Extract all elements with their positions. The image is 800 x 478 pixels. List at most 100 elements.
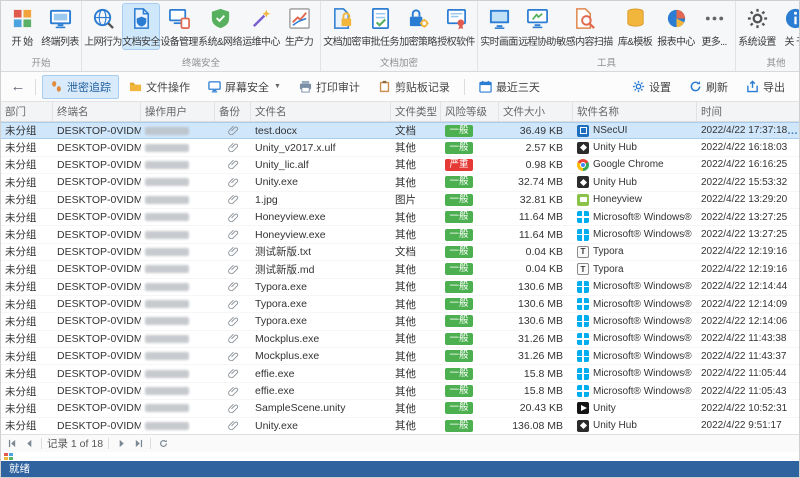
settings-button[interactable]: 设置 [624,75,679,99]
column-header-operator[interactable]: 操作用户 [141,102,215,121]
table-row[interactable]: 未分组 DESKTOP-0VIDMDJ SampleScene.unity 其他… [1,400,799,418]
paperclip-icon[interactable] [227,299,239,310]
cell-backup [215,279,251,295]
table-row[interactable]: 未分组 DESKTOP-0VIDMDJ effie.exe 其他 一般 15.8… [1,383,799,401]
paperclip-icon[interactable] [227,316,239,327]
table-row[interactable]: 未分组 DESKTOP-0VIDMDJ 1.jpg 图片 一般 32.81 KB… [1,192,799,209]
table-row[interactable]: 未分组 DESKTOP-0VIDMDJ Honeyview.exe 其他 一般 … [1,226,799,244]
ribbon-item-library-templates[interactable]: 库&模板 [613,3,657,50]
ribbon-item-productivity[interactable]: 生产力 [280,3,318,50]
paperclip-icon[interactable] [227,264,239,275]
toolbar-button-print-audit[interactable]: 打印审计 [291,75,368,99]
ribbon-item-about[interactable]: 关 于 [776,3,799,50]
cell-risk-level: 一般 [441,365,499,381]
table-row[interactable]: 未分组 DESKTOP-0VIDMDJ 测试新版.md 其他 一般 0.04 K… [1,261,799,279]
table-row[interactable]: 未分组 DESKTOP-0VIDMDJ Unity.exe 其他 一般 32.7… [1,174,799,192]
cell-software: Microsoft® Windows® Oper... [573,209,697,225]
status-text: 就绪 [9,463,30,475]
paperclip-icon[interactable] [227,142,239,153]
paperclip-icon[interactable] [227,125,239,136]
operator-redacted-text [145,247,189,256]
ribbon-item-internet-behavior[interactable]: 上网行为 [84,3,122,50]
paperclip-icon[interactable] [227,246,239,257]
table-row[interactable]: 未分组 DESKTOP-0VIDMDJ Unity.exe 其他 一般 136.… [1,418,799,434]
table-row[interactable]: 未分组 DESKTOP-0VIDMDJ Mockplus.exe 其他 一般 3… [1,348,799,366]
cell-software: Microsoft® Windows® Oper... [573,296,697,312]
pager-last-button[interactable] [131,437,145,450]
pager-refresh-button[interactable] [156,437,170,450]
table-row[interactable]: 未分组 DESKTOP-0VIDMDJ Unity_v2017.x.ulf 其他… [1,139,799,157]
table-row[interactable]: 未分组 DESKTOP-0VIDMDJ Honeyview.exe 其他 一般 … [1,209,799,227]
toolbar-button-clipboard-records[interactable]: 剪贴板记录 [370,75,458,99]
paperclip-icon[interactable] [227,386,239,397]
table-row[interactable]: 未分组 DESKTOP-0VIDMDJ effie.exe 其他 一般 15.8… [1,365,799,383]
paperclip-icon[interactable] [227,420,239,431]
pager-next-button[interactable] [114,437,128,450]
ribbon-item-approval-tasks[interactable]: 审批任务 [361,3,399,50]
ribbon-item-document-encryption[interactable]: 文档加密 [323,3,361,50]
ribbon-item-encryption-policy[interactable]: 加密策略 [399,3,437,50]
app-icon [577,298,589,311]
ribbon-item-realtime-screen[interactable]: 实时画面 [480,3,518,50]
toolbar-button-file-operations[interactable]: 文件操作 [121,75,198,99]
table-row[interactable]: 未分组 DESKTOP-0VIDMDJ Typora.exe 其他 一般 130… [1,296,799,314]
paperclip-icon[interactable] [227,229,239,240]
ribbon-item-terminal-list[interactable]: 终端列表 [41,3,79,50]
ribbon-item-label: 上网行为 [84,37,122,48]
refresh-button[interactable]: 刷新 [681,75,736,99]
ribbon-item-licensed-software[interactable]: 授权软件 [437,3,475,50]
paperclip-icon[interactable] [227,159,239,170]
cell-time: 2022/4/22 12:14:44 [697,279,799,295]
cell-terminal: DESKTOP-0VIDMDJ [57,141,141,154]
paperclip-icon[interactable] [227,368,239,379]
ribbon-item-more[interactable]: 更多... [695,3,733,50]
cell-backup [215,174,251,190]
column-header-filename[interactable]: 文件名 [251,102,391,121]
ribbon-item-device-management[interactable]: 设备管理 [160,3,198,50]
table-row[interactable]: 未分组 DESKTOP-0VIDMDJ Typora.exe 其他 一般 130… [1,279,799,296]
ribbon-item-start[interactable]: 开 始 [3,3,41,50]
paperclip-icon[interactable] [227,403,239,414]
ribbon-item-system-network[interactable]: 系统&网络 [198,3,242,50]
ribbon-item-document-security[interactable]: 文档安全 [122,3,160,50]
column-header-software[interactable]: 软件名称 [573,102,697,121]
column-header-department[interactable]: 部门 [1,102,53,121]
ribbon-item-ops-center[interactable]: 运维中心 [242,3,280,50]
ribbon-item-label: 敏感内容扫描 [556,37,613,48]
column-header-filetype[interactable]: 文件类型 [391,102,441,121]
cell-filetype: 其他 [395,368,416,381]
paperclip-icon[interactable] [227,333,239,344]
column-header-time[interactable]: 时间 [697,102,799,121]
time-text: 2022/4/22 12:19:16 [701,263,788,275]
paperclip-icon[interactable] [227,194,239,205]
column-header-backup[interactable]: 备份 [215,102,251,121]
ribbon-item-sensitive-content-scan[interactable]: 敏感内容扫描 [556,3,613,50]
column-header-risk-level[interactable]: 风险等级 [441,102,499,121]
pager-prev-button[interactable] [22,437,36,450]
paperclip-icon[interactable] [227,177,239,188]
paperclip-icon[interactable] [227,351,239,362]
cell-backup [215,383,251,399]
cell-terminal: DESKTOP-0VIDMDJ [57,350,141,363]
ribbon-item-system-settings[interactable]: 系统设置 [738,3,776,50]
table-row[interactable]: 未分组 DESKTOP-0VIDMDJ Typora.exe 其他 一般 130… [1,313,799,331]
table-row[interactable]: 未分组 DESKTOP-0VIDMDJ Unity_lic.alf 其他 严重 … [1,157,799,175]
export-button[interactable]: 导出 [738,75,793,99]
ribbon-item-report-center[interactable]: 报表中心 [657,3,695,50]
ribbon-item-remote-assist[interactable]: 远程协助 [518,3,556,50]
table-row[interactable]: 未分组 DESKTOP-0VIDMDJ Mockplus.exe 其他 一般 3… [1,331,799,349]
column-header-terminal[interactable]: 终端名 [53,102,141,121]
row-more-button[interactable]: … [787,125,798,137]
paperclip-icon[interactable] [227,212,239,223]
toolbar-button-screen-security[interactable]: 屏幕安全 ▼ [200,75,289,99]
back-button[interactable]: ← [7,78,29,95]
paperclip-icon[interactable] [227,281,239,292]
table-row[interactable]: 未分组 DESKTOP-0VIDMDJ 测试新版.txt 文档 一般 0.04 … [1,244,799,262]
cell-department: 未分组 [5,385,37,398]
table-row[interactable]: 未分组 DESKTOP-0VIDMDJ test.docx 文档 一般 36.4… [1,122,799,140]
cell-terminal: DESKTOP-0VIDMDJ [57,332,141,345]
pager-first-button[interactable] [5,437,19,450]
toolbar-button-date-filter[interactable]: 最近三天 [471,75,548,99]
column-header-filesize[interactable]: 文件大小 [499,102,573,121]
toolbar-button-leak-trace[interactable]: 泄密追踪 [42,74,119,99]
